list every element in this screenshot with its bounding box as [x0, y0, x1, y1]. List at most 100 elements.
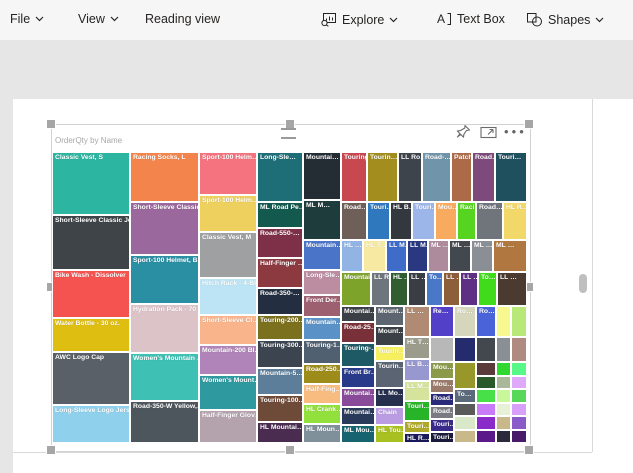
- treemap-tile[interactable]: HL …: [341, 240, 363, 272]
- treemap-tile[interactable]: HL Mountai…: [257, 422, 303, 443]
- treemap-tile[interactable]: Road-550-…: [257, 228, 303, 258]
- treemap-tile[interactable]: ML M…: [303, 200, 341, 240]
- treemap-tile[interactable]: LL …: [408, 272, 426, 306]
- treemap-tile[interactable]: Road…: [430, 406, 454, 419]
- treemap-tile[interactable]: Long-Sle…: [303, 270, 341, 295]
- treemap-tile[interactable]: [511, 337, 527, 362]
- toolbar-text-box-button[interactable]: A Text Box: [437, 12, 505, 26]
- treemap-tile[interactable]: [476, 430, 496, 443]
- toolbar-shapes-button[interactable]: Shapes: [526, 12, 604, 27]
- treemap-tile[interactable]: Mou…: [435, 202, 457, 240]
- treemap-tile[interactable]: Front Br…: [341, 367, 375, 388]
- treemap-tile[interactable]: HL R…: [503, 202, 527, 240]
- treemap-tile[interactable]: ML …: [493, 240, 527, 272]
- treemap-tile[interactable]: Hydration Pack - 70 …: [130, 304, 199, 353]
- menu-item-view[interactable]: View: [78, 12, 119, 26]
- treemap-tile[interactable]: Mou…: [430, 379, 454, 393]
- treemap-tile[interactable]: Touring-300…: [257, 340, 303, 368]
- resize-handle-bottom-right[interactable]: [524, 445, 534, 455]
- treemap-tile[interactable]: Road…: [430, 393, 454, 406]
- treemap-tile[interactable]: Road-350-W Yellow,…: [130, 401, 199, 443]
- treemap-tile[interactable]: [454, 362, 476, 389]
- treemap-tile[interactable]: Touri…: [495, 152, 527, 202]
- treemap-tile[interactable]: [511, 376, 527, 389]
- treemap-tile[interactable]: Tourin…: [367, 152, 398, 202]
- treemap-visual[interactable]: Classic Vest, S Short-Sleeve Classic Jers…: [52, 152, 527, 443]
- treemap-tile[interactable]: Front Der…: [303, 295, 341, 317]
- treemap-tile[interactable]: Patch…: [451, 152, 472, 202]
- treemap-tile[interactable]: Mountai…: [341, 407, 375, 425]
- treemap-tile[interactable]: [496, 337, 511, 362]
- treemap-tile[interactable]: HL Moun…: [303, 424, 341, 443]
- treemap-tile[interactable]: Hitch Rack - 4-Bi…: [199, 278, 257, 315]
- treemap-tile[interactable]: [496, 389, 511, 403]
- treemap-tile[interactable]: [476, 337, 496, 362]
- treemap-tile[interactable]: [496, 416, 511, 430]
- treemap-tile[interactable]: HL B…: [390, 202, 412, 240]
- treemap-tile[interactable]: Women's Mount…: [199, 375, 257, 410]
- treemap-tile[interactable]: Road…: [341, 202, 367, 240]
- treemap-tile[interactable]: Ro…: [454, 306, 476, 337]
- treemap-tile[interactable]: LL …: [404, 306, 430, 337]
- treemap-tile[interactable]: Sport-100 Helm…: [199, 152, 257, 195]
- treemap-tile[interactable]: Water Bottle - 30 oz.: [52, 318, 130, 352]
- treemap-tile[interactable]: LL …: [497, 272, 527, 306]
- treemap-tile[interactable]: ML …: [428, 240, 449, 272]
- treemap-tile[interactable]: LL …: [460, 272, 478, 306]
- toolbar-explore-button[interactable]: Explore: [320, 12, 398, 27]
- treemap-tile[interactable]: Road-350-…: [257, 288, 303, 315]
- treemap-tile[interactable]: HL Crank…: [303, 404, 341, 424]
- treemap-tile[interactable]: Touri…: [430, 419, 454, 432]
- treemap-tile[interactable]: Half-Fing…: [303, 384, 341, 404]
- treemap-tile[interactable]: Touring-1…: [303, 340, 341, 364]
- more-options-icon[interactable]: • • •: [504, 125, 525, 138]
- treemap-tile[interactable]: [476, 403, 496, 416]
- resize-handle-top-right[interactable]: [524, 119, 534, 129]
- treemap-tile[interactable]: Mountai…: [341, 388, 375, 407]
- treemap-tile[interactable]: Mount…: [375, 326, 404, 346]
- treemap-tile[interactable]: Women's Mountain …: [130, 353, 199, 401]
- menu-item-file[interactable]: File: [10, 12, 44, 26]
- resize-handle-top-left[interactable]: [46, 119, 56, 129]
- treemap-tile[interactable]: LL B…: [404, 359, 430, 381]
- treemap-tile[interactable]: [496, 430, 511, 443]
- treemap-tile[interactable]: Raci…: [457, 202, 476, 240]
- treemap-tile[interactable]: [496, 306, 511, 337]
- treemap-tile[interactable]: [511, 416, 527, 430]
- treemap-tile[interactable]: Racing Socks, L: [130, 152, 199, 202]
- treemap-tile[interactable]: Tourin…: [375, 346, 404, 361]
- treemap-tile[interactable]: [511, 306, 527, 337]
- treemap-tile[interactable]: Bike Wash - Dissolver: [52, 270, 130, 318]
- treemap-tile[interactable]: Short-Sleeve Classic Jerse…: [52, 215, 130, 270]
- vertical-scrollbar-thumb[interactable]: [579, 274, 587, 293]
- resize-handle-bottom-left[interactable]: [46, 445, 56, 455]
- treemap-tile[interactable]: Short-Sleeve Classic…: [130, 202, 199, 255]
- pin-icon[interactable]: [456, 124, 471, 144]
- treemap-tile[interactable]: [454, 416, 476, 430]
- treemap-tile[interactable]: Touri…: [367, 202, 390, 240]
- treemap-tile[interactable]: To…: [454, 389, 476, 403]
- treemap-tile[interactable]: [511, 403, 527, 416]
- treemap-tile[interactable]: [476, 416, 496, 430]
- treemap-tile[interactable]: HL R…: [404, 433, 430, 443]
- treemap-tile[interactable]: HL T…: [363, 240, 386, 272]
- drag-handle-icon[interactable]: [281, 128, 296, 139]
- treemap-tile[interactable]: Classic Vest, M: [199, 232, 257, 278]
- treemap-tile[interactable]: [511, 430, 527, 443]
- treemap-tile[interactable]: Half-Finger Glov…: [199, 410, 257, 443]
- treemap-tile[interactable]: [511, 389, 527, 403]
- treemap-tile[interactable]: Touring-…: [341, 152, 367, 202]
- treemap-tile[interactable]: Road…: [476, 202, 503, 240]
- treemap-tile[interactable]: LL R…: [371, 272, 390, 306]
- treemap-tile[interactable]: HL T…: [404, 337, 430, 359]
- treemap-tile[interactable]: [496, 376, 511, 389]
- treemap-tile[interactable]: To…: [478, 272, 497, 306]
- treemap-tile[interactable]: ML Road Pe…: [257, 202, 303, 228]
- treemap-tile[interactable]: ML …: [449, 240, 471, 272]
- treemap-tile[interactable]: ML …: [471, 240, 493, 272]
- treemap-tile[interactable]: Sport-100 Helmet, B…: [130, 255, 199, 304]
- menu-item-reading-view[interactable]: Reading view: [145, 12, 220, 26]
- focus-mode-icon[interactable]: [480, 126, 497, 144]
- treemap-tile[interactable]: Mount…: [375, 306, 404, 326]
- treemap-tile[interactable]: [496, 403, 511, 416]
